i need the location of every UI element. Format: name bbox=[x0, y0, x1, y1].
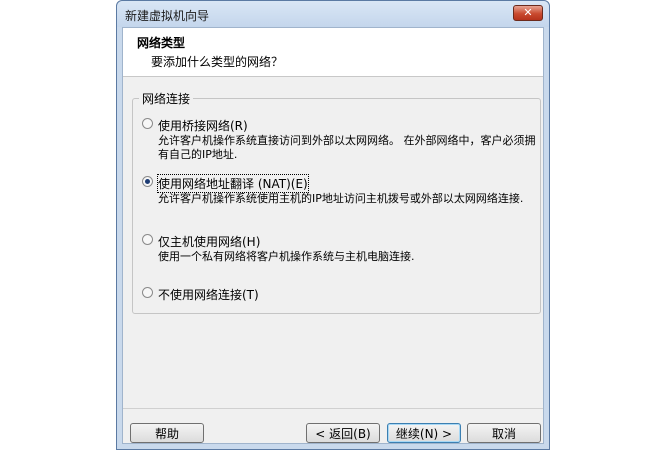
page-title: 网络类型 bbox=[137, 36, 186, 50]
next-button[interactable]: 继续(N) > bbox=[387, 423, 461, 443]
group-legend: 网络连接 bbox=[139, 90, 194, 107]
radio-no-network[interactable] bbox=[142, 287, 153, 298]
wizard-header: 网络类型 要添加什么类型的网络？ bbox=[123, 28, 543, 77]
footer-divider bbox=[123, 408, 543, 409]
option-host-only-label[interactable]: 仅主机使用网络(H) bbox=[158, 233, 260, 250]
option-bridged-label[interactable]: 使用桥接网络(R) bbox=[158, 117, 248, 134]
option-nat-description: 允许客户机操作系统使用主机的IP地址访问主机拨号或外部以太网网络连接. bbox=[158, 192, 524, 205]
wizard-window: 新建虚拟机向导 ✕ 网络类型 要添加什么类型的网络？ 网络连接 使用桥接网络(R… bbox=[116, 0, 550, 450]
back-button[interactable]: < 返回(B) bbox=[306, 423, 380, 443]
cancel-button[interactable]: 取消 bbox=[467, 423, 541, 443]
close-button[interactable]: ✕ bbox=[513, 5, 543, 21]
option-host-only-description: 使用一个私有网络将客户机操作系统与主机电脑连接. bbox=[158, 250, 415, 263]
window-title: 新建虚拟机向导 bbox=[125, 9, 210, 23]
page-subtitle: 要添加什么类型的网络？ bbox=[151, 55, 284, 69]
option-nat-label[interactable]: 使用网络地址翻译 (NAT)(E) bbox=[157, 174, 309, 193]
option-no-network-label[interactable]: 不使用网络连接(T) bbox=[158, 286, 259, 303]
close-icon: ✕ bbox=[523, 6, 533, 19]
option-bridged-description: 允许客户机操作系统直接访问到外部以太网网络。 在外部网络中，客户必须拥有自己的I… bbox=[158, 134, 536, 161]
radio-host-only[interactable] bbox=[142, 234, 153, 245]
dialog-client: 网络类型 要添加什么类型的网络？ 网络连接 使用桥接网络(R) 允许客户机操作系… bbox=[122, 27, 544, 444]
help-button[interactable]: 帮助 bbox=[130, 423, 204, 443]
network-connection-group: 网络连接 使用桥接网络(R) 允许客户机操作系统直接访问到外部以太网网络。 在外… bbox=[132, 90, 541, 314]
title-bar[interactable]: 新建虚拟机向导 ✕ bbox=[117, 1, 549, 27]
radio-nat[interactable] bbox=[142, 176, 153, 187]
radio-bridged[interactable] bbox=[142, 118, 153, 129]
